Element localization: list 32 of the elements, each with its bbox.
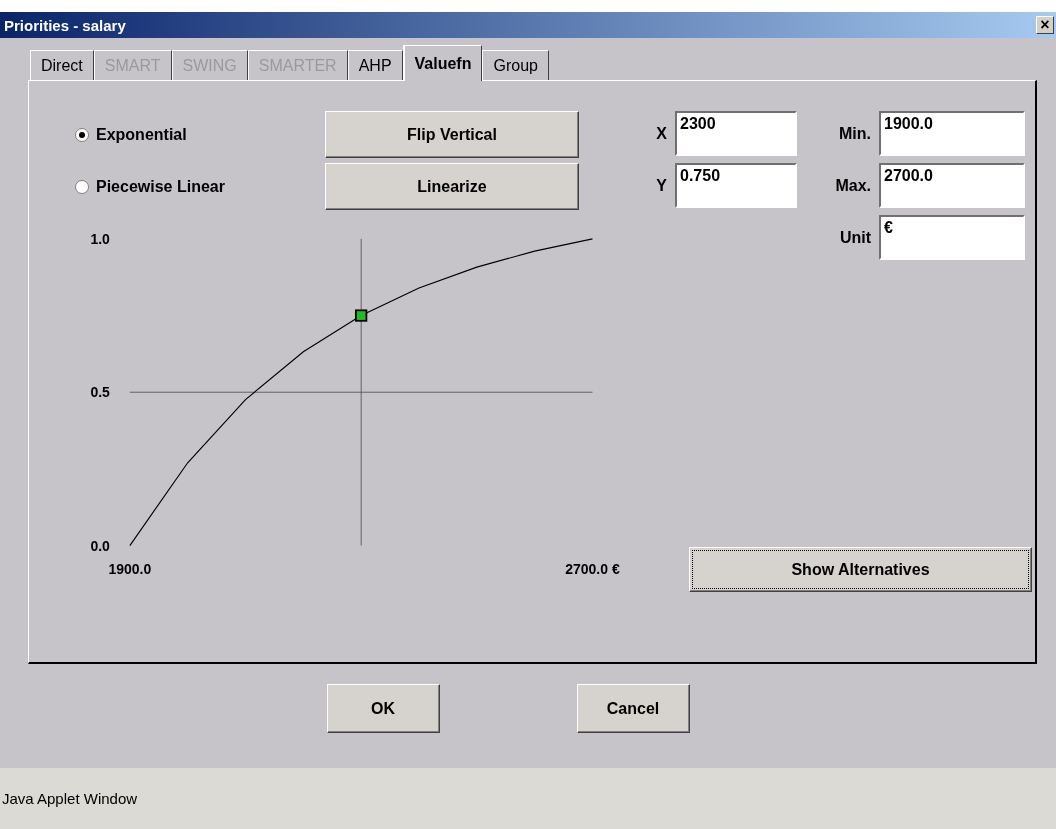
field-label: Max.	[834, 176, 871, 195]
tab[interactable]: Group	[482, 50, 549, 80]
close-button[interactable]: ×	[1036, 16, 1054, 34]
axis-label: 1900.0	[108, 561, 152, 578]
radio-label: Exponential	[96, 125, 187, 144]
radio-label: Piecewise Linear	[96, 177, 225, 196]
axis-label: 2700.0 €	[565, 561, 620, 578]
radio-option[interactable]: Exponential	[75, 111, 325, 158]
axis-label: 0.5	[90, 384, 110, 401]
field-label: Unit	[838, 228, 871, 247]
action-button[interactable]: Linearize	[325, 163, 579, 210]
field-label: Y	[655, 176, 667, 195]
input-field[interactable]: 0.750	[675, 163, 797, 208]
input-field[interactable]: 2300	[675, 111, 797, 156]
dialog-button[interactable]: Cancel	[576, 684, 690, 733]
tab[interactable]: AHP	[347, 50, 403, 80]
window-title: Priorities - salary	[4, 16, 126, 34]
dialog-button[interactable]: OK	[326, 684, 440, 733]
input-field[interactable]: 1900.0	[879, 111, 1025, 156]
input-field[interactable]: €	[879, 215, 1025, 260]
show-alternatives-button[interactable]: Show Alternatives	[689, 547, 1032, 592]
tab[interactable]: Direct	[30, 50, 94, 80]
axis-label: 0.0	[90, 537, 110, 554]
input-field[interactable]: 2700.0	[879, 163, 1025, 208]
field-label: Min.	[838, 124, 871, 143]
axis-label: 1.0	[90, 230, 110, 247]
status-text: Java Applet Window	[2, 790, 138, 807]
field-label: X	[655, 124, 667, 143]
action-button[interactable]: Flip Vertical	[325, 111, 579, 158]
point-handle[interactable]	[355, 309, 368, 322]
tab[interactable]: Valuefn	[402, 45, 483, 81]
radio-option[interactable]: Piecewise Linear	[75, 163, 325, 210]
